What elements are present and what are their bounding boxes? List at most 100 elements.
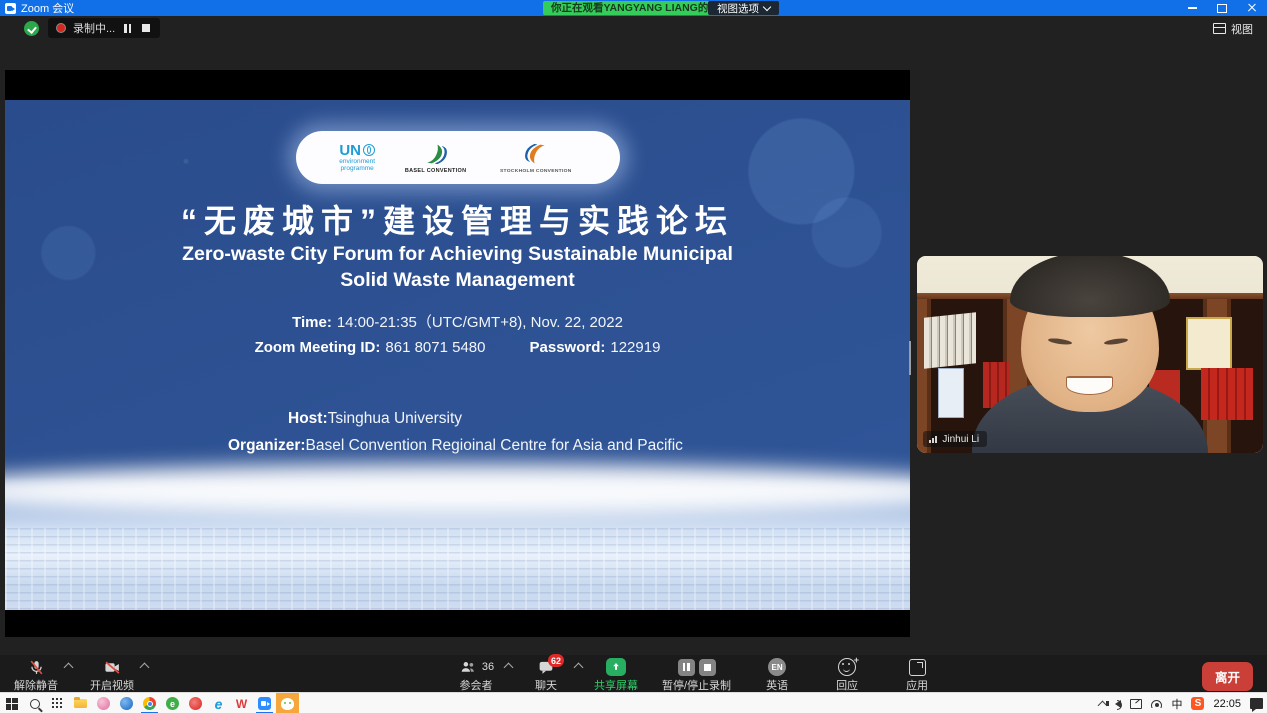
task-view-button[interactable] <box>46 693 69 713</box>
start-video-label: 开启视频 <box>90 677 134 693</box>
participants-icon <box>458 659 478 676</box>
share-screen-icon <box>606 658 626 676</box>
participant-video-tile[interactable]: Jinhui Li <box>917 256 1263 453</box>
internet-explorer-button[interactable]: e <box>207 693 230 713</box>
certificate <box>1186 317 1232 370</box>
share-screen-button[interactable]: 共享屏幕 <box>592 658 640 693</box>
slide-meeting-line: Zoom Meeting ID:861 8071 5480Password:12… <box>5 339 910 356</box>
time-label: Time: <box>292 314 332 331</box>
organizer-label: Organizer: <box>228 437 306 454</box>
apps-button[interactable]: 应用 <box>893 658 941 693</box>
chrome-button[interactable] <box>138 693 161 713</box>
books <box>938 368 964 417</box>
books <box>924 312 976 369</box>
basel-convention-logo: BASEL CONVENTION <box>405 141 467 175</box>
window-title: Zoom 会议 <box>21 0 74 16</box>
window-controls <box>1177 0 1267 16</box>
pause-stop-recording-button[interactable]: 暂停/停止录制 <box>662 658 731 693</box>
view-options-label: 视图选项 <box>717 1 759 16</box>
interpretation-en-icon: EN <box>768 658 786 676</box>
chat-chevron[interactable] <box>574 663 584 673</box>
slide-host-organizer: Host:Tsinghua University Organizer:Basel… <box>228 405 683 459</box>
taskbar-search-button[interactable] <box>23 693 46 713</box>
slide-title-en-line2: Solid Waste Management <box>5 267 910 293</box>
participants-button[interactable]: 36 参会者 <box>452 658 500 693</box>
close-button[interactable] <box>1237 0 1267 16</box>
security-shield-icon[interactable] <box>24 21 39 36</box>
unep-logo: UN environment programme <box>339 143 375 173</box>
host-line: Host:Tsinghua University <box>288 405 683 432</box>
meeting-id-label: Zoom Meeting ID: <box>255 339 381 356</box>
participant-name-tag: Jinhui Li <box>923 431 987 447</box>
blue-app-icon <box>120 697 133 710</box>
audio-options-chevron[interactable] <box>64 663 74 673</box>
wechat-icon <box>281 698 294 710</box>
network-icon[interactable] <box>1151 700 1162 708</box>
chevron-down-icon <box>763 3 771 11</box>
shared-screen: UN environment programme BASEL CONVENTIO… <box>5 70 910 637</box>
ie-icon: e <box>215 696 223 712</box>
titlebar-left: Zoom 会议 <box>5 0 74 16</box>
system-tray: 中 S 22:05 <box>1099 693 1263 713</box>
speaker-icon[interactable] <box>1115 700 1121 708</box>
stop-icon <box>699 659 716 676</box>
participant-hair <box>1010 256 1169 317</box>
taskbar-app-red[interactable] <box>184 693 207 713</box>
password-value: 122919 <box>610 339 660 356</box>
wechat-button[interactable] <box>276 693 299 713</box>
stockholm-logo-icon <box>523 141 549 167</box>
green-browser-icon: e <box>166 697 179 710</box>
zoom-taskbar-button[interactable] <box>253 693 276 713</box>
camera-off-icon <box>103 659 122 676</box>
taskbar-clock[interactable]: 22:05 <box>1213 698 1241 710</box>
reactions-label: 回应 <box>836 677 858 693</box>
slide-title-en-line1: Zero-waste City Forum for Achieving Sust… <box>5 241 910 267</box>
pen-input-icon[interactable] <box>1130 699 1142 709</box>
unmute-label: 解除静音 <box>14 677 58 693</box>
wps-icon: W <box>236 697 247 711</box>
zoom-app-icon <box>5 3 16 14</box>
chat-label: 聊天 <box>535 677 557 693</box>
interpretation-button[interactable]: EN 英语 <box>753 658 801 693</box>
minimize-button[interactable] <box>1177 0 1207 16</box>
participant-name: Jinhui Li <box>942 434 979 445</box>
video-options-chevron[interactable] <box>140 663 150 673</box>
view-button[interactable]: 视图 <box>1207 20 1259 37</box>
chat-button[interactable]: 聊天 62 <box>522 658 570 693</box>
unep-un-text: UN <box>339 143 361 158</box>
wps-office-button[interactable]: W <box>230 693 253 713</box>
microphone-muted-icon <box>28 659 45 676</box>
recording-label: 录制中... <box>73 20 115 36</box>
file-explorer-button[interactable] <box>69 693 92 713</box>
maximize-button[interactable] <box>1207 0 1237 16</box>
minimize-icon <box>1188 7 1197 9</box>
participants-chevron[interactable] <box>504 663 514 673</box>
recording-dot-icon <box>56 23 66 33</box>
unmute-button[interactable]: 解除静音 <box>12 658 60 693</box>
view-options-button[interactable]: 视图选项 <box>708 1 779 15</box>
slide-title-zh: “无废城市”建设管理与实践论坛 <box>5 196 910 242</box>
leave-meeting-button[interactable]: 离开 <box>1202 662 1253 691</box>
grid-view-icon <box>1213 23 1226 34</box>
recording-indicator: 录制中... <box>48 18 160 38</box>
task-view-icon <box>52 698 63 709</box>
window-titlebar: Zoom 会议 你正在观看YANGYANG LIANG的屏幕 视图选项 <box>0 0 1267 16</box>
ime-language-indicator[interactable]: 中 <box>1171 696 1182 712</box>
action-center-icon[interactable] <box>1250 698 1263 709</box>
un-globe-icon <box>363 144 375 156</box>
start-button[interactable] <box>0 693 23 713</box>
taskbar-app-blue[interactable] <box>115 693 138 713</box>
sogou-input-icon[interactable]: S <box>1191 697 1204 710</box>
zoom-taskbar-icon <box>258 697 271 710</box>
record-label: 暂停/停止录制 <box>662 677 731 693</box>
participants-label: 参会者 <box>460 677 493 693</box>
organizer-line: Organizer:Basel Convention Regioinal Cen… <box>228 432 683 459</box>
start-video-button[interactable]: 开启视频 <box>88 658 136 693</box>
host-value: Tsinghua University <box>328 410 462 427</box>
browser-360-button[interactable]: e <box>161 693 184 713</box>
reactions-button[interactable]: + 回应 <box>823 658 871 693</box>
pause-recording-button[interactable] <box>122 22 133 35</box>
zoom-meeting-window: Zoom 会议 你正在观看YANGYANG LIANG的屏幕 视图选项 录制中.… <box>0 0 1267 713</box>
taskbar-app-pink[interactable] <box>92 693 115 713</box>
stop-recording-button[interactable] <box>140 22 152 34</box>
